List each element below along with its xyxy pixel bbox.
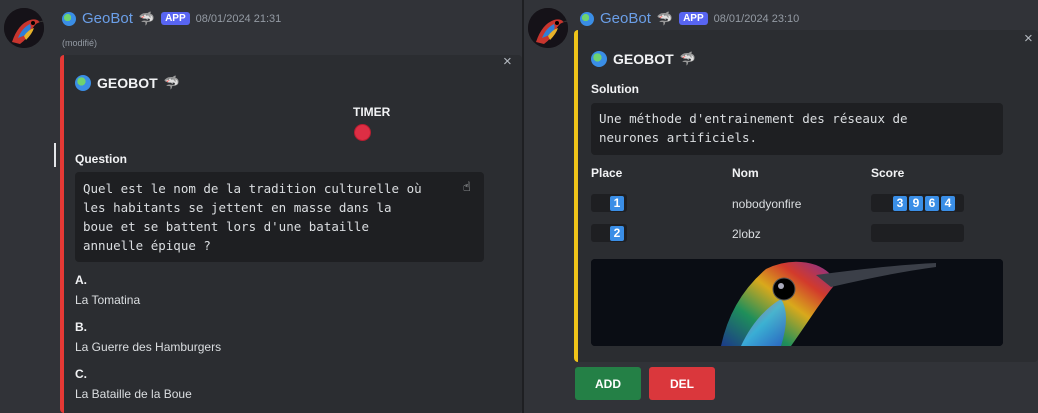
place-number: 1	[610, 195, 624, 211]
column-score: Score	[871, 166, 905, 180]
embed-title: GEOBOT 🦈	[591, 51, 696, 67]
answer-text-a: La Tomatina	[75, 293, 141, 307]
embed-accent-bar	[574, 30, 578, 362]
hummingbird-image[interactable]	[591, 259, 1003, 346]
message-left: GeoBot 🦈 APP 08/01/2024 21:31 (modifié) …	[0, 0, 522, 413]
add-button[interactable]: ADD	[575, 367, 641, 400]
app-badge: APP	[679, 12, 708, 25]
question-line: boue et se battent lors d'une bataille	[83, 219, 369, 234]
shark-icon: 🦈	[163, 75, 180, 90]
message-right: GeoBot 🦈 APP 08/01/2024 23:10 × GEOBOT 🦈…	[524, 0, 1038, 413]
embed-title: GEOBOT 🦈	[75, 75, 180, 91]
globe-icon	[75, 75, 91, 91]
bot-avatar[interactable]	[528, 8, 568, 48]
del-button[interactable]: DEL	[649, 367, 715, 400]
score-cell	[871, 224, 964, 242]
timer-dot-icon	[354, 124, 371, 141]
question-embed: × GEOBOT 🦈 TIMER Question Quel est le no…	[60, 53, 522, 413]
solution-line: Une méthode d'entrainement des réseaux d…	[599, 111, 908, 126]
question-label: Question	[75, 152, 128, 166]
message-header: GeoBot 🦈 APP 08/01/2024 21:31	[62, 10, 281, 27]
message-header: GeoBot 🦈 APP 08/01/2024 23:10	[580, 10, 799, 27]
column-nom: Nom	[732, 166, 759, 180]
close-icon[interactable]: ×	[503, 53, 512, 70]
answer-letter-b: B.	[75, 320, 87, 334]
close-icon[interactable]: ×	[1024, 30, 1033, 47]
score-digit: 9	[909, 195, 923, 211]
player-name: nobodyonfire	[732, 197, 802, 211]
timestamp[interactable]: 08/01/2024 21:31	[196, 13, 282, 25]
edited-label: (modifié)	[62, 38, 98, 48]
question-line: annuelle épique ?	[83, 238, 211, 253]
shark-icon: 🦈	[656, 10, 674, 26]
solution-codeblock: Une méthode d'entrainement des réseaux d…	[591, 103, 1003, 155]
score-digit: 4	[941, 195, 955, 211]
shark-icon: 🦈	[138, 10, 156, 26]
timer-label: TIMER	[353, 105, 391, 119]
embed-title-text: GEOBOT	[97, 75, 158, 91]
embed-title-text: GEOBOT	[613, 51, 674, 67]
app-badge: APP	[161, 12, 190, 25]
bot-avatar[interactable]	[4, 8, 44, 48]
solution-line: neurones artificiels.	[599, 130, 758, 145]
score-digit: 3	[893, 195, 907, 211]
answer-letter-a: A.	[75, 273, 87, 287]
bot-name[interactable]: GeoBot	[600, 10, 651, 27]
question-codeblock: Quel est le nom de la tradition culturel…	[75, 172, 484, 262]
player-name: 2lobz	[732, 227, 761, 241]
timestamp[interactable]: 08/01/2024 23:10	[714, 13, 800, 25]
text-cursor	[54, 143, 56, 167]
embed-accent-bar	[60, 55, 64, 413]
solution-label: Solution	[591, 82, 639, 96]
globe-icon	[591, 51, 607, 67]
bot-name[interactable]: GeoBot	[82, 10, 133, 27]
globe-icon	[62, 11, 76, 26]
table-row: 1	[591, 194, 627, 212]
globe-icon	[580, 11, 594, 26]
hand-cursor-icon: ☝	[463, 180, 471, 195]
answer-text-c: La Bataille de la Boue	[75, 387, 192, 401]
score-cell: 3 9 6 4	[871, 194, 964, 212]
column-place: Place	[591, 166, 623, 180]
answer-letter-c: C.	[75, 367, 87, 381]
answer-text-b: La Guerre des Hamburgers	[75, 340, 222, 354]
question-line: les habitants se jettent en masse dans l…	[83, 200, 392, 215]
solution-embed: × GEOBOT 🦈 Solution Une méthode d'entrai…	[574, 30, 1038, 362]
shark-icon: 🦈	[679, 51, 696, 66]
score-digit: 6	[925, 195, 939, 211]
question-line: Quel est le nom de la tradition culturel…	[83, 181, 422, 196]
place-number: 2	[610, 225, 624, 241]
table-row: 2	[591, 224, 627, 242]
